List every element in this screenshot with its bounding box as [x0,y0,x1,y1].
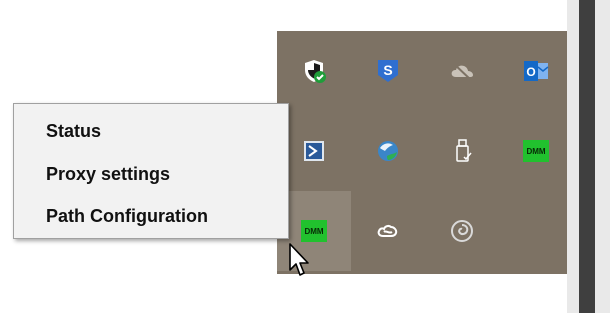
tray-item-spiral[interactable] [425,191,499,271]
menu-item-status[interactable]: Status [46,115,101,147]
tray-item-sophos[interactable]: S [351,31,425,111]
sophos-s-icon: S [375,58,401,84]
powershell-icon [301,138,327,164]
windows-security-icon [301,58,327,84]
tray-item-onedrive[interactable] [425,31,499,111]
svg-text:S: S [383,62,392,78]
tray-overflow-panel: S O DMM DMM [277,31,567,274]
network-globe-icon [375,138,401,164]
spiral-icon [449,218,475,244]
mouse-pointer-icon [289,243,309,276]
tray-item-usb[interactable] [425,111,499,191]
tray-item-dmm[interactable]: DMM [499,111,573,191]
dmm-icon: DMM [301,218,327,244]
outlook-icon: O [523,58,549,84]
dmm-icon: DMM [523,138,549,164]
tray-item-network-globe[interactable] [351,111,425,191]
menu-item-proxy-settings[interactable]: Proxy settings [46,158,170,190]
tray-item-creative-cloud[interactable] [351,191,425,271]
window-edge-light [595,0,610,313]
tray-item-windows-security[interactable] [277,31,351,111]
creative-cloud-icon [375,218,401,244]
desktop-edge [567,0,610,313]
menu-item-path-configuration[interactable]: Path Configuration [46,200,208,232]
svg-text:O: O [526,65,535,79]
usb-drive-icon [449,138,475,164]
window-edge [579,0,595,313]
tray-item-outlook[interactable]: O [499,31,573,111]
context-menu: Status Proxy settings Path Configuration [13,103,289,239]
onedrive-cloud-icon [449,58,475,84]
